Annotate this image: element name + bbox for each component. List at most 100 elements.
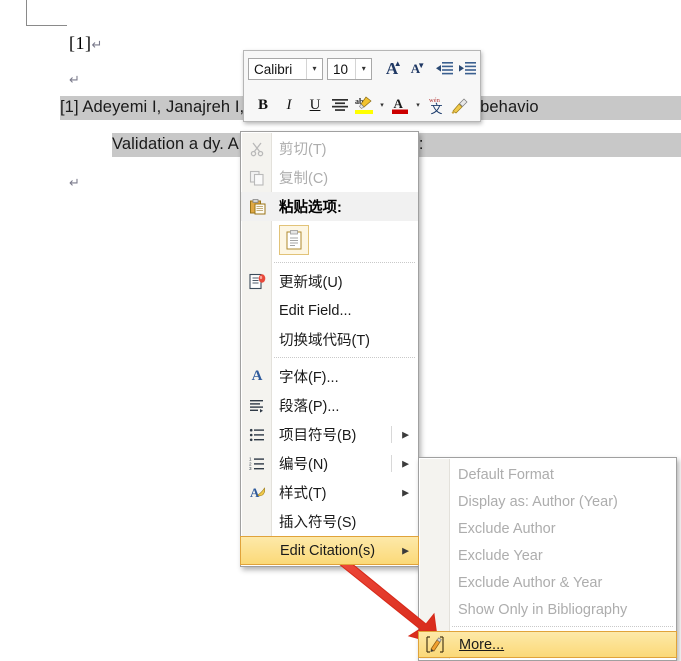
chevron-right-icon: ▶ <box>402 545 409 555</box>
svg-text:A: A <box>394 96 404 111</box>
highlight-color-dropdown-arrow[interactable]: ▾ <box>376 92 388 118</box>
submenu-item-exclude-author-and-year-label: Exclude Author & Year <box>458 574 603 591</box>
menu-item-numbering-divider <box>391 455 392 472</box>
menu-item-styles[interactable]: A 样式(T) ▶ <box>241 478 418 507</box>
menu-item-update-field-label: 更新域(U) <box>279 275 343 291</box>
font-size-combo[interactable]: 10 ▾ <box>327 58 373 80</box>
menu-item-insert-symbol-label: 插入符号(S) <box>279 515 357 531</box>
underline-button[interactable]: U <box>302 92 328 118</box>
menu-item-bullets-divider <box>391 426 392 443</box>
submenu-item-display-as-author-year-label: Display as: Author (Year) <box>458 493 618 510</box>
font-size-value: 10 <box>333 61 349 77</box>
menu-item-cut[interactable]: 剪切(T) <box>241 134 418 163</box>
menu-item-toggle-field-codes[interactable]: 切换域代码(T) <box>241 325 418 354</box>
phonetic-guide-icon: wén 文 <box>429 97 443 115</box>
styles-icon: A <box>246 482 268 504</box>
submenu-separator <box>452 626 673 628</box>
menu-item-edit-field-label: Edit Field... <box>279 302 352 319</box>
align-center-icon <box>332 99 348 111</box>
bold-icon: B <box>257 96 268 113</box>
down-caret-icon: ▼ <box>417 61 426 70</box>
chevron-down-icon[interactable]: ▾ <box>306 59 322 79</box>
italic-icon: I <box>286 96 292 113</box>
font-icon: A <box>251 368 263 384</box>
font-color-button[interactable]: A <box>388 92 412 118</box>
chevron-right-icon: ▶ <box>402 487 409 497</box>
menu-item-edit-citations[interactable]: Edit Citation(s) ▶ <box>240 536 419 565</box>
menu-item-numbering-label: 编号(N) <box>279 457 329 473</box>
font-name-combo[interactable]: Calibri ▾ <box>248 58 323 80</box>
menu-item-update-field[interactable]: 更新域(U) <box>241 267 418 296</box>
submenu-item-display-as-author-year[interactable]: Display as: Author (Year) <box>419 488 676 515</box>
submenu-item-show-only-in-bibliography-label: Show Only in Bibliography <box>458 601 628 618</box>
pilcrow-mark-3: ↵ <box>69 175 80 190</box>
align-center-button[interactable] <box>328 92 352 118</box>
pilcrow-mark-2: ↵ <box>69 72 80 87</box>
chevron-right-icon: ▶ <box>402 429 409 439</box>
numbering-icon: 1 2 3 <box>246 453 268 475</box>
reference-number-value: [1] <box>69 33 92 53</box>
phonetic-guide-button[interactable]: wén 文 <box>424 92 448 118</box>
menu-item-paste-options-label: 粘贴选项: <box>279 200 342 216</box>
menu-item-styles-label: 样式(T) <box>279 486 327 502</box>
paragraph-icon <box>246 395 268 417</box>
chevron-right-icon: ▶ <box>402 458 409 468</box>
menu-item-paragraph-label: 段落(P)... <box>279 399 340 415</box>
decrease-indent-button[interactable] <box>433 56 456 82</box>
submenu-item-exclude-year-label: Exclude Year <box>458 547 543 564</box>
menu-separator-2 <box>274 357 415 359</box>
menu-item-copy-label: 复制(C) <box>279 171 329 187</box>
submenu-item-more-label: More... <box>459 636 505 653</box>
context-menu[interactable]: 剪切(T) 复制(C) 粘贴选项: 更新域(U) Edit Field... 切… <box>240 131 419 567</box>
menu-item-bullets[interactable]: 项目符号(B) ▶ <box>241 420 418 449</box>
submenu-item-more[interactable]: More... <box>418 631 677 658</box>
menu-item-insert-symbol[interactable]: 插入符号(S) <box>241 507 418 536</box>
menu-separator-1 <box>274 262 415 264</box>
shrink-font-button[interactable]: A ▼ <box>404 56 427 82</box>
page-margin-corner-mark <box>26 0 67 26</box>
format-painter-button[interactable] <box>448 92 472 118</box>
svg-text:文: 文 <box>431 101 443 115</box>
submenu-item-exclude-author-and-year[interactable]: Exclude Author & Year <box>419 569 676 596</box>
pilcrow-mark: ↵ <box>91 37 103 52</box>
font-color-icon: A <box>392 96 408 114</box>
copy-icon <box>246 167 268 189</box>
menu-item-font-label: 字体(F)... <box>279 370 339 386</box>
cut-icon <box>246 138 268 160</box>
text-highlight-color-button[interactable]: ab <box>352 92 376 118</box>
svg-text:3: 3 <box>249 466 252 471</box>
menu-item-edit-field[interactable]: Edit Field... <box>241 296 418 325</box>
submenu-item-exclude-author[interactable]: Exclude Author <box>419 515 676 542</box>
paste-icon <box>246 196 268 218</box>
update-field-icon <box>246 271 268 293</box>
mini-format-toolbar[interactable]: Calibri ▾ 10 ▾ A ▲ A ▼ B I U ab ▾ A ▾ wé… <box>243 50 481 122</box>
chevron-down-icon[interactable]: ▾ <box>355 59 371 79</box>
edit-citations-submenu[interactable]: Default Format Display as: Author (Year)… <box>418 457 677 661</box>
menu-item-toggle-field-codes-label: 切换域代码(T) <box>279 333 371 349</box>
menu-item-paste-options: 粘贴选项: <box>241 192 418 221</box>
grow-font-button[interactable]: A ▲ <box>380 56 403 82</box>
menu-item-bullets-label: 项目符号(B) <box>279 428 357 444</box>
increase-indent-button[interactable] <box>457 56 480 82</box>
submenu-item-show-only-in-bibliography[interactable]: Show Only in Bibliography <box>419 596 676 623</box>
paste-keep-source-formatting-button[interactable] <box>279 225 309 255</box>
clipboard-document-icon <box>286 230 302 250</box>
bullets-icon <box>246 424 268 446</box>
italic-button[interactable]: I <box>276 92 302 118</box>
menu-item-edit-citations-label: Edit Citation(s) <box>280 542 376 559</box>
highlighter-icon: ab <box>355 96 373 114</box>
submenu-item-exclude-year[interactable]: Exclude Year <box>419 542 676 569</box>
menu-item-font[interactable]: A 字体(F)... <box>241 362 418 391</box>
menu-item-numbering[interactable]: 1 2 3 编号(N) ▶ <box>241 449 418 478</box>
submenu-item-default-format[interactable]: Default Format <box>419 461 676 488</box>
menu-item-copy[interactable]: 复制(C) <box>241 163 418 192</box>
submenu-item-exclude-author-label: Exclude Author <box>458 520 556 537</box>
font-color-dropdown-arrow[interactable]: ▾ <box>412 92 424 118</box>
bold-button[interactable]: B <box>250 92 276 118</box>
decrease-indent-icon <box>435 62 453 75</box>
increase-indent-icon <box>459 62 477 75</box>
paste-option-buttons-row[interactable] <box>241 221 418 259</box>
menu-item-paragraph[interactable]: 段落(P)... <box>241 391 418 420</box>
format-painter-icon <box>451 98 468 114</box>
menu-item-cut-label: 剪切(T) <box>279 142 327 158</box>
